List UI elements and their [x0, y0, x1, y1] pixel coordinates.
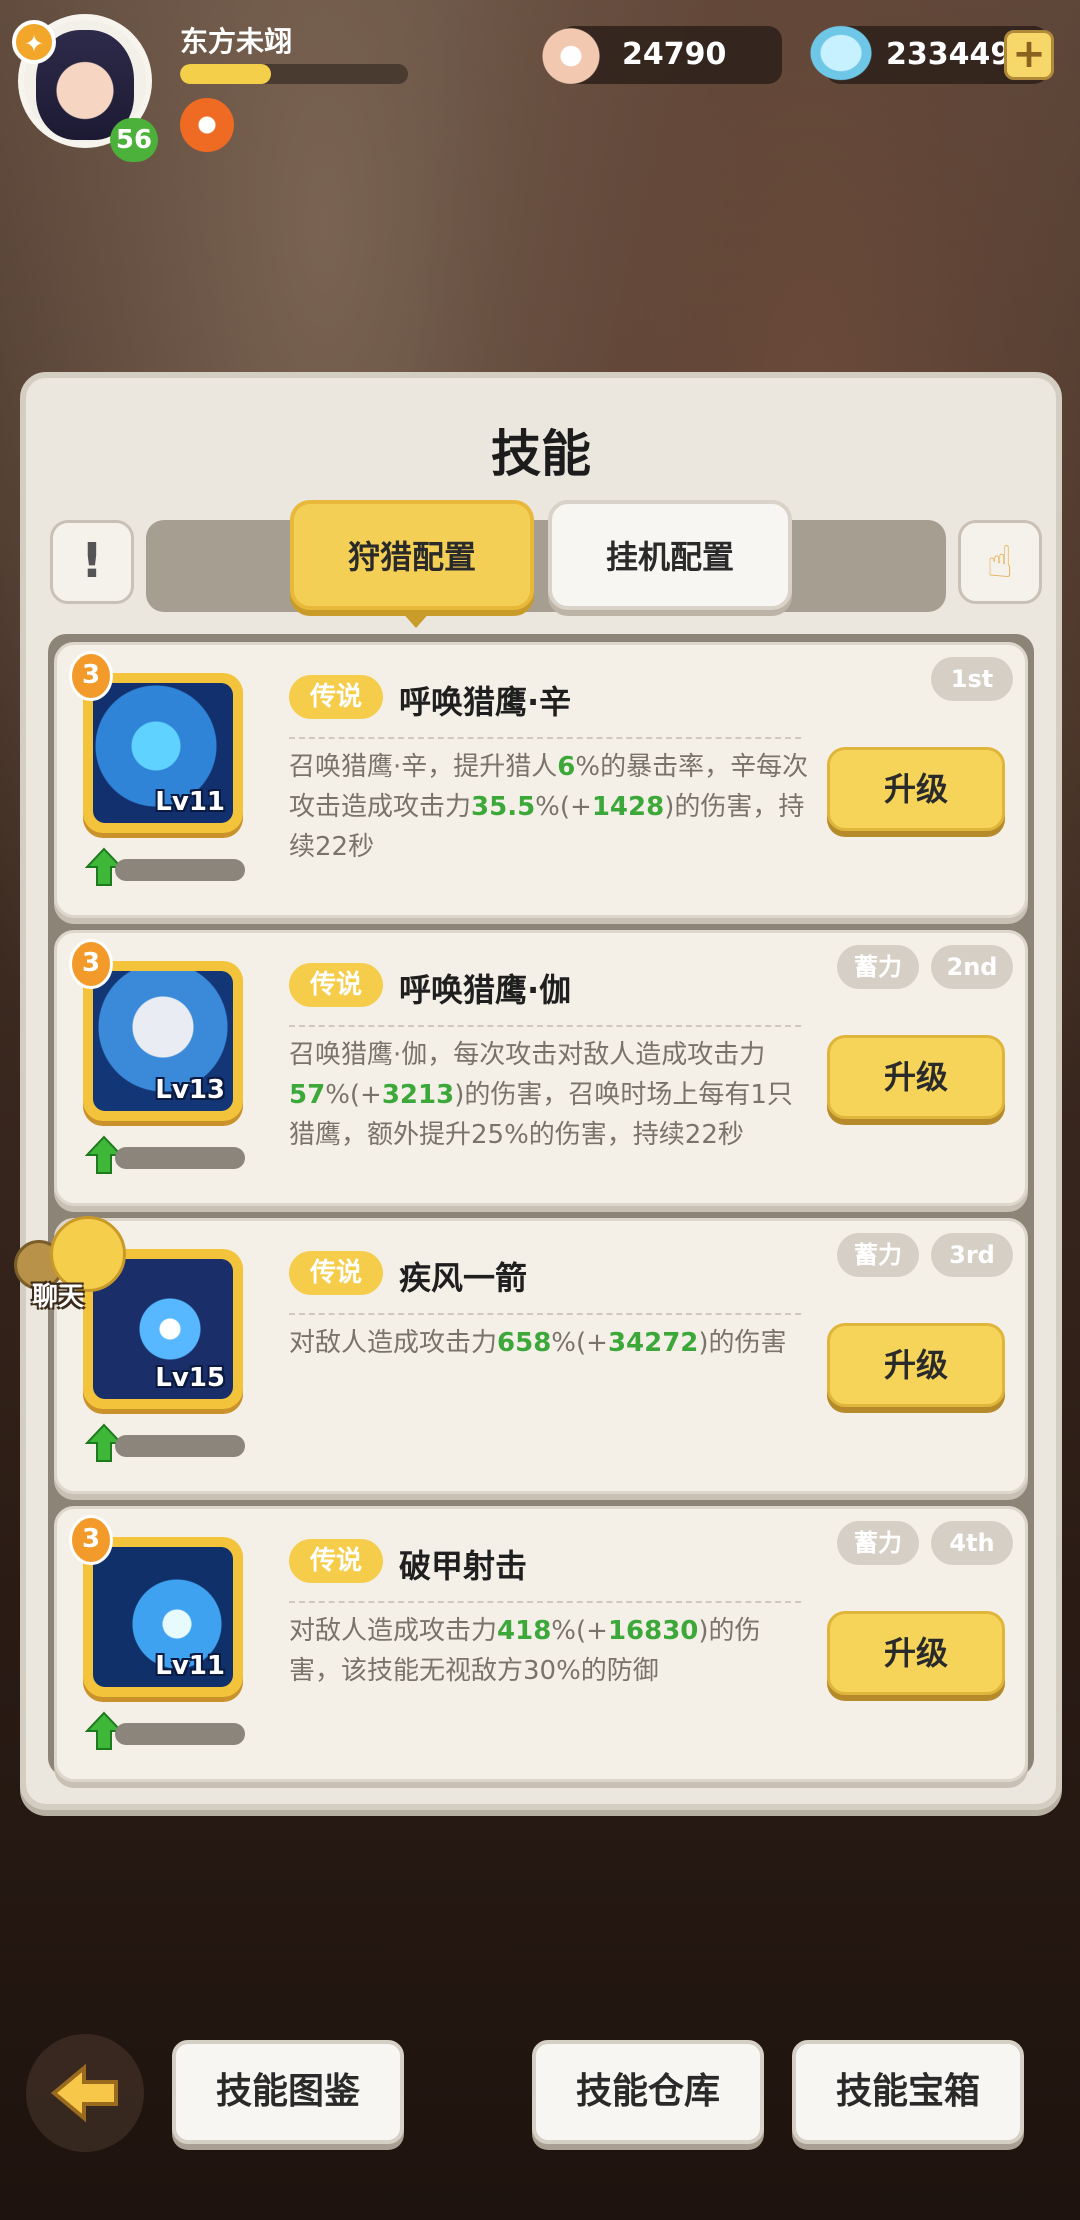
- slot-order-tag: 2nd: [931, 945, 1013, 989]
- skill-progress-bar: [115, 1147, 245, 1169]
- skill-description: 对敌人造成攻击力418%(+16830)的伤害，该技能无视敌方30%的防御: [289, 1611, 809, 1691]
- chat-label: 聊天: [32, 1282, 85, 1312]
- rarity-badge: 传说: [289, 1539, 383, 1583]
- tab-hunt-config[interactable]: 狩猎配置: [290, 500, 534, 628]
- exp-bar: [180, 64, 408, 84]
- divider: [289, 1025, 801, 1027]
- skill-card[interactable]: Lv13 3 传说 呼唤猎鹰·伽 召唤猎鹰·伽，每次攻击对敌人造成攻击力 57%(…: [54, 930, 1028, 1206]
- skill-name: 呼唤猎鹰·伽: [399, 971, 572, 1009]
- desc-highlight: 3213: [381, 1080, 455, 1110]
- star-rank-badge: 3: [69, 651, 113, 701]
- skill-card[interactable]: Lv11 3 传说 破甲射击 对敌人造成攻击力418%(+16830)的伤害，该…: [54, 1506, 1028, 1782]
- skill-chest-button[interactable]: 技能宝箱: [792, 2040, 1024, 2144]
- skill-level: Lv13: [155, 1075, 225, 1105]
- rarity-badge: 传说: [289, 963, 383, 1007]
- tab-track: [146, 520, 946, 612]
- skill-description: 召唤猎鹰·伽，每次攻击对敌人造成攻击力57%(+3213)的伤害，召唤时场上每有…: [289, 1035, 809, 1155]
- skill-progress-bar: [115, 1723, 245, 1745]
- skill-codex-button[interactable]: 技能图鉴: [172, 2040, 404, 2144]
- rarity-badge: 传说: [289, 675, 383, 719]
- skill-level: Lv11: [155, 787, 225, 817]
- skill-art-icon: Lv11: [93, 1547, 233, 1687]
- skill-list: Lv11 3 传说 呼唤猎鹰·辛 召唤猎鹰·辛，提升猎人6%的暴击率，辛每次攻击…: [48, 634, 1034, 1782]
- star-rank-badge: 3: [69, 1515, 113, 1565]
- slot-order-tag: 4th: [931, 1521, 1013, 1565]
- skill-icon-frame[interactable]: Lv13: [83, 961, 243, 1121]
- gem-amount: 233449: [886, 37, 1012, 72]
- desc-text: %(+: [325, 1080, 382, 1110]
- skill-icon-frame[interactable]: Lv11: [83, 673, 243, 833]
- divider: [289, 1313, 801, 1315]
- player-name: 东方未翊: [180, 25, 293, 58]
- charge-tag: 蓄力: [837, 1233, 919, 1277]
- skill-name: 呼唤猎鹰·辛: [399, 683, 572, 721]
- desc-highlight: 57: [289, 1080, 326, 1110]
- desc-text: %(+: [535, 792, 592, 822]
- skill-card[interactable]: Lv11 3 传说 呼唤猎鹰·辛 召唤猎鹰·辛，提升猎人6%的暴击率，辛每次攻击…: [54, 642, 1028, 918]
- desc-highlight: 1428: [591, 792, 665, 822]
- shell-currency: 24790: [536, 22, 782, 84]
- skill-art-icon: Lv11: [93, 683, 233, 823]
- upgrade-button[interactable]: 升级: [827, 747, 1005, 831]
- chat-button[interactable]: 聊天: [14, 1216, 126, 1312]
- skills-panel: 技能 ! 狩猎配置 挂机配置 ☝ Lv11 3 传说 呼唤猎鹰·辛 召唤猎鹰·辛…: [20, 372, 1062, 1810]
- guild-icon[interactable]: [180, 98, 234, 152]
- skill-level: Lv15: [155, 1363, 225, 1393]
- tab-idle-config[interactable]: 挂机配置: [548, 500, 792, 610]
- shell-amount: 24790: [622, 37, 727, 72]
- skill-icon-frame[interactable]: Lv11: [83, 1537, 243, 1697]
- star-rank-badge: 3: [69, 939, 113, 989]
- skill-description: 召唤猎鹰·辛，提升猎人6%的暴击率，辛每次攻击造成攻击力35.5%(+1428)…: [289, 747, 809, 867]
- rarity-badge: 传说: [289, 1251, 383, 1295]
- skill-card[interactable]: Lv15 传说 疾风一箭 对敌人造成攻击力658%(+34272)的伤害 升级 …: [54, 1218, 1028, 1494]
- skill-progress-bar: [115, 859, 245, 881]
- gem-currency: 233449 +: [806, 22, 1054, 84]
- divider: [289, 1601, 801, 1603]
- charge-tag: 蓄力: [837, 1521, 919, 1565]
- back-arrow-icon: [50, 2063, 118, 2123]
- skill-description: 对敌人造成攻击力658%(+34272)的伤害: [289, 1323, 809, 1363]
- desc-text: 召唤猎鹰·伽，每次攻击对敌人造成攻击力: [289, 1040, 766, 1070]
- upgrade-button[interactable]: 升级: [827, 1323, 1005, 1407]
- desc-highlight: 6: [557, 752, 576, 782]
- player-level-badge: 56: [110, 118, 158, 162]
- desc-text: 对敌人造成攻击力: [289, 1328, 498, 1358]
- desc-text: %(+: [551, 1328, 608, 1358]
- upgrade-button[interactable]: 升级: [827, 1035, 1005, 1119]
- skill-progress-bar: [115, 1435, 245, 1457]
- skill-art-icon: Lv13: [93, 971, 233, 1111]
- desc-highlight: 34272: [607, 1328, 699, 1358]
- vip-badge-icon: ✦: [12, 20, 56, 64]
- slot-order-tag: 3rd: [931, 1233, 1013, 1277]
- desc-highlight: 658: [497, 1328, 552, 1358]
- skill-name: 疾风一箭: [399, 1259, 528, 1297]
- divider: [289, 737, 801, 739]
- panel-title: 技能: [491, 425, 591, 483]
- desc-highlight: 16830: [607, 1616, 699, 1646]
- add-gems-button[interactable]: +: [1004, 30, 1054, 80]
- upgrade-button[interactable]: 升级: [827, 1611, 1005, 1695]
- slot-order-tag: 1st: [931, 657, 1013, 701]
- info-button[interactable]: !: [50, 520, 134, 604]
- desc-highlight: 418: [497, 1616, 552, 1646]
- desc-highlight: 35.5: [471, 792, 536, 822]
- desc-text: )的伤害: [698, 1328, 787, 1358]
- skill-name: 破甲射击: [399, 1547, 528, 1585]
- skill-level: Lv11: [155, 1651, 225, 1681]
- gem-icon: [806, 22, 876, 84]
- desc-text: 对敌人造成攻击力: [289, 1616, 498, 1646]
- desc-text: 召唤猎鹰·辛，提升猎人: [289, 752, 558, 782]
- charge-tag: 蓄力: [837, 945, 919, 989]
- shell-icon: [536, 22, 606, 84]
- desc-text: %(+: [551, 1616, 608, 1646]
- tap-hand-button[interactable]: ☝: [958, 520, 1042, 604]
- skill-storage-button[interactable]: 技能仓库: [532, 2040, 764, 2144]
- exp-bar-fill: [180, 64, 272, 84]
- back-button[interactable]: [26, 2034, 144, 2152]
